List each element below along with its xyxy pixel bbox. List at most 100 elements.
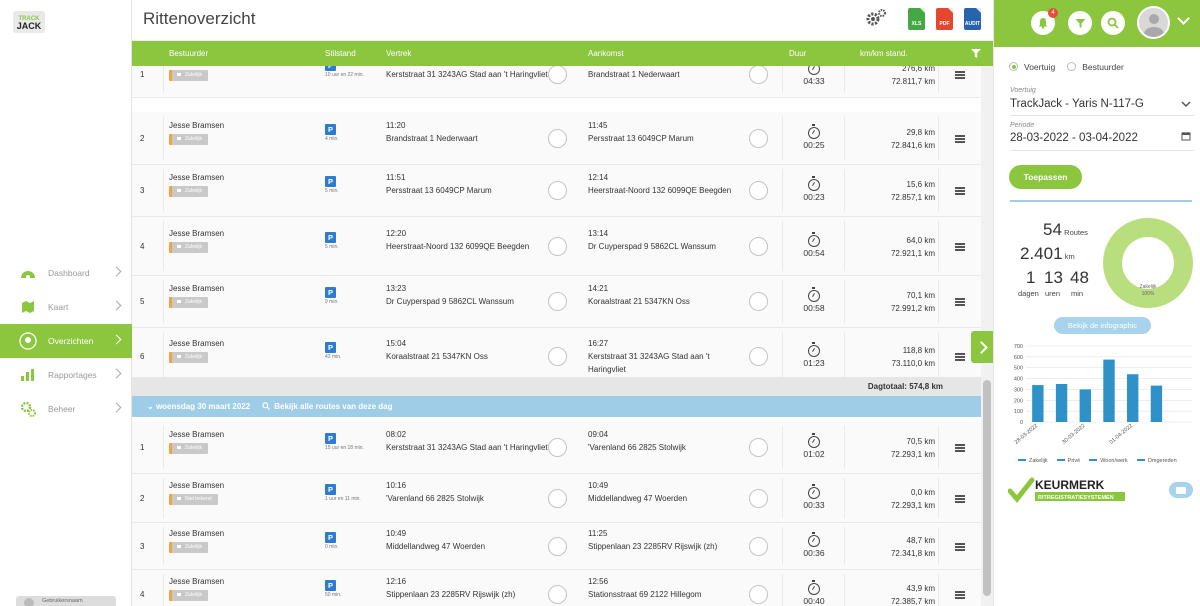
col-aankomst[interactable]: Aankomst [588, 49, 624, 58]
table-row[interactable]: 5 Jesse Bramsen Zakelijk P 9 min. 13:23 Dr Cuy… [132, 276, 981, 328]
chart-bar[interactable] [1103, 359, 1115, 422]
filter-icon[interactable] [971, 49, 981, 58]
table-row[interactable]: 4 Jesse Bramsen Zakelijk P 50 min. 12:16 Stipp… [132, 570, 981, 606]
driver-name[interactable]: Jesse Bramsen [169, 337, 224, 350]
departure-marker-button[interactable] [548, 536, 567, 556]
sidebar-item-kaart[interactable]: Kaart [0, 290, 132, 324]
sidebar-item-beheer[interactable]: Beheer [0, 392, 132, 426]
camera-button[interactable] [1169, 482, 1193, 498]
row-menu-icon[interactable] [955, 134, 965, 143]
settings-icon[interactable] [865, 8, 887, 30]
sidebar-item-dashboard[interactable]: Dashboard [0, 256, 132, 290]
sidebar-item-overzichten[interactable]: Overzichten [0, 324, 132, 358]
driver-name[interactable]: Jesse Bramsen [169, 227, 224, 240]
departure-marker-button[interactable] [548, 66, 567, 84]
avatar[interactable] [1137, 6, 1170, 39]
col-km[interactable]: km/km stand. [860, 49, 908, 58]
view-day-routes-link[interactable]: Bekijk alle routes van deze dag [262, 402, 393, 411]
trip-type-badge[interactable]: Zakelijk [169, 133, 208, 145]
infographic-button[interactable]: Bekijk de infographic [1054, 317, 1151, 334]
departure-marker-button[interactable] [548, 181, 567, 200]
day-toggle-icon[interactable]: ⌄ [147, 402, 154, 411]
chevron-down-icon[interactable] [1177, 12, 1190, 25]
row-menu-icon[interactable] [955, 187, 965, 195]
audit-export-icon[interactable]: AUDIT [964, 8, 981, 30]
arrival-marker-button[interactable] [749, 346, 768, 366]
sidebar-item-rapportages[interactable]: Rapportages [0, 358, 132, 392]
departure-marker-button[interactable] [548, 236, 567, 256]
table-row[interactable]: 2 Jesse Bramsen Zakelijk P 4 min. 11:20 Brands… [132, 112, 981, 165]
arrival-marker-button[interactable] [749, 585, 768, 604]
row-menu-icon[interactable] [955, 71, 965, 79]
filter-button[interactable] [1068, 11, 1092, 35]
trip-type-badge[interactable]: Zakelijk [169, 186, 208, 197]
table-row[interactable]: 1 Jesse Bramsen Zakelijk P 15 uur en 18 min.… [132, 422, 981, 474]
table-row[interactable]: 3 Jesse Bramsen Zakelijk P 5 min. 11:51 Persst… [132, 165, 981, 217]
departure-marker-button[interactable] [548, 488, 567, 508]
row-menu-icon[interactable] [955, 298, 965, 306]
trip-type-badge[interactable]: Zakelijk [169, 351, 208, 363]
table-row[interactable]: 3 Jesse Bramsen Zakelijk P 0 min. 10:49 Middel… [132, 523, 981, 570]
arrival-marker-button[interactable] [749, 488, 768, 508]
chart-bar[interactable] [1032, 385, 1044, 422]
col-duur[interactable]: Duur [789, 49, 806, 58]
chart-bar[interactable] [1127, 374, 1139, 422]
row-menu-icon[interactable] [955, 542, 965, 551]
arrival-marker-button[interactable] [749, 536, 768, 556]
driver-name[interactable]: Jesse Bramsen [169, 282, 224, 295]
trip-type-badge[interactable]: Zakelijk [169, 590, 208, 601]
chart-bar[interactable] [1150, 385, 1163, 422]
trip-type-badge[interactable]: Zakelijk [169, 297, 208, 308]
driver-name[interactable]: Jesse Bramsen [169, 428, 224, 441]
departure-marker-button[interactable] [548, 346, 567, 366]
trip-type-donut[interactable]: Zakelijk 100% [1103, 218, 1193, 308]
arrival-marker-button[interactable] [749, 236, 768, 256]
apply-button[interactable]: Toepassen [1009, 165, 1082, 189]
pdf-export-icon[interactable]: PDF [936, 8, 953, 30]
trackjack-logo[interactable]: TRACK JACK [12, 10, 46, 34]
row-menu-icon[interactable] [955, 444, 965, 452]
driver-name[interactable]: Jesse Bramsen [169, 171, 224, 184]
expand-panel-button[interactable] [971, 331, 993, 363]
scrollbar-thumb[interactable] [983, 380, 991, 596]
trip-type-badge[interactable]: Zakelijk [169, 443, 208, 454]
col-stilstand[interactable]: Stilstand [325, 49, 356, 58]
arrival-marker-button[interactable] [749, 438, 768, 457]
arrival-marker-button[interactable] [749, 292, 768, 311]
table-row[interactable]: 4 Jesse Bramsen Zakelijk P 5 min. 12:20 Heerst… [132, 217, 981, 276]
chart-bar[interactable] [1055, 384, 1068, 422]
trip-type-badge[interactable]: Zakelijk [169, 541, 208, 553]
chevron-down-icon[interactable] [1181, 101, 1191, 108]
trip-type-badge[interactable]: Niet bekend [169, 493, 218, 505]
driver-name[interactable]: Jesse Bramsen [169, 575, 224, 588]
arrival-marker-button[interactable] [749, 128, 768, 148]
row-menu-icon[interactable] [955, 591, 965, 599]
search-button[interactable] [1101, 11, 1125, 35]
row-menu-icon[interactable] [955, 352, 965, 361]
chart-bar[interactable] [1079, 389, 1091, 422]
arrival-marker-button[interactable] [749, 181, 768, 200]
calendar-icon[interactable] [1181, 131, 1191, 141]
user-chip[interactable]: Gebruikersnaam [16, 596, 116, 606]
table-row[interactable]: 1 Jesse Bramsen Zakelijk P10 uur en 22 min.… [132, 66, 981, 98]
col-bestuurder[interactable]: Bestuurder [169, 49, 208, 58]
driver-name[interactable]: Jesse Bramsen [169, 66, 224, 68]
radio-voertuig[interactable]: Voertuig [1009, 62, 1055, 72]
departure-marker-button[interactable] [548, 585, 567, 604]
day-header[interactable]: ⌄ woensdag 30 maart 2022 Bekijk alle rout… [132, 396, 981, 417]
arrival-marker-button[interactable] [749, 66, 768, 84]
trip-type-badge[interactable]: Zakelijk [169, 241, 208, 253]
departure-marker-button[interactable] [548, 292, 567, 311]
row-menu-icon[interactable] [955, 242, 965, 251]
departure-marker-button[interactable] [548, 128, 567, 148]
driver-name[interactable]: Jesse Bramsen [169, 479, 224, 492]
driver-name[interactable]: Jesse Bramsen [169, 527, 224, 540]
col-vertrek[interactable]: Vertrek [386, 49, 411, 58]
period-input[interactable]: 28-03-2022 - 03-04-2022 [1010, 132, 1138, 144]
driver-name[interactable]: Jesse Bramsen [169, 119, 224, 132]
excel-export-icon[interactable]: XLS [908, 8, 925, 30]
radio-bestuurder[interactable]: Bestuurder [1067, 62, 1124, 72]
row-menu-icon[interactable] [955, 494, 965, 503]
trip-type-badge[interactable]: Zakelijk [169, 70, 208, 81]
vehicle-select[interactable]: TrackJack - Yaris N-117-G [1010, 98, 1144, 110]
